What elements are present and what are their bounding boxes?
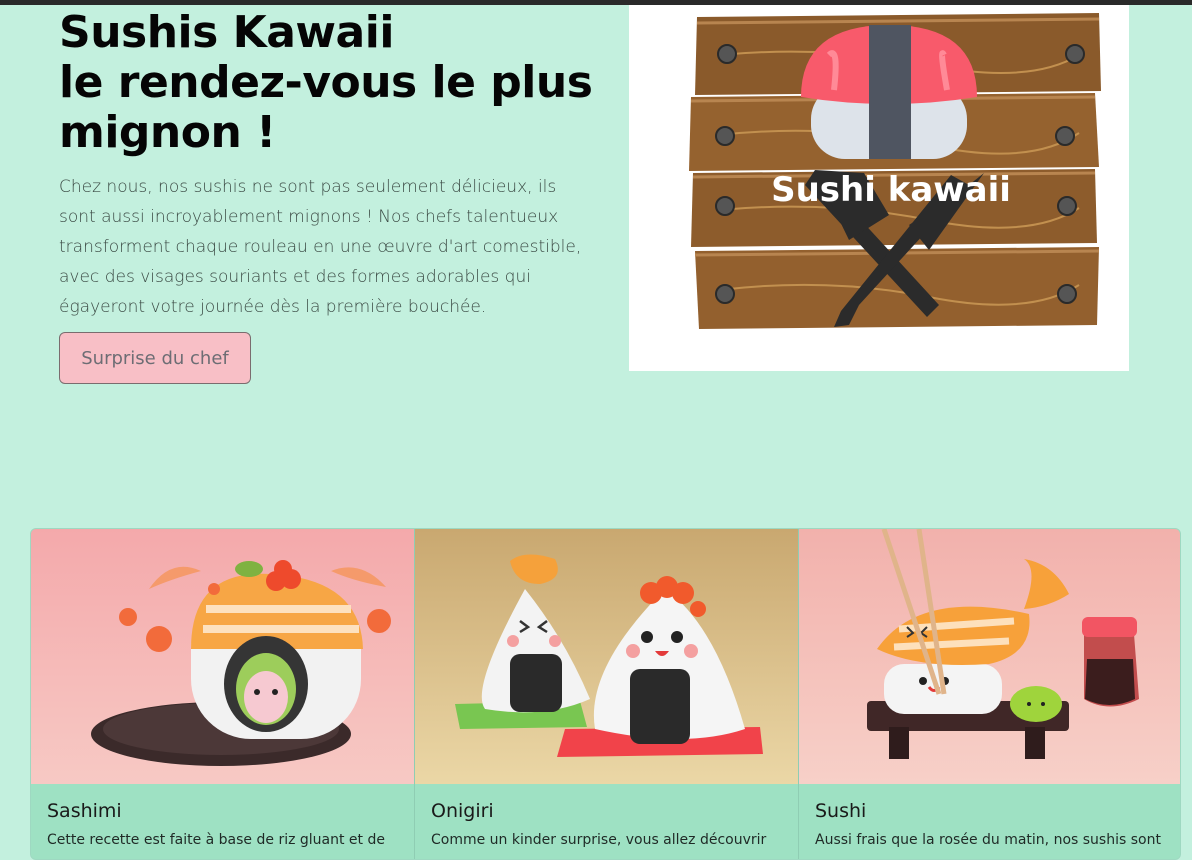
hero-title-line-1: Sushis Kawaii <box>59 7 394 58</box>
sushi-kawaii-logo: Sushi kawaii <box>629 5 1129 371</box>
surprise-chef-button[interactable]: Surprise du chef <box>59 332 251 384</box>
card-title: Sushi <box>815 800 867 822</box>
card-onigiri[interactable]: Onigiri Comme un kinder surprise, vous a… <box>415 529 799 859</box>
hero-title-line-2: le rendez-vous le plus <box>59 57 593 108</box>
logo-illustration: Sushi kawaii <box>689 13 1101 329</box>
card-text: Comme un kinder surprise, vous allez déc… <box>431 832 767 848</box>
hero-section: Sushis Kawaii le rendez-vous le plus mig… <box>59 8 599 322</box>
sashimi-image <box>31 529 414 784</box>
sushi-image <box>799 529 1180 784</box>
card-sashimi[interactable]: Sashimi Cette recette est faite à base d… <box>31 529 415 859</box>
onigiri-image <box>415 529 798 784</box>
hero-title: Sushis Kawaii le rendez-vous le plus mig… <box>59 8 599 158</box>
card-title: Onigiri <box>431 800 494 822</box>
cards-row: Sashimi Cette recette est faite à base d… <box>30 528 1181 860</box>
card-text: Cette recette est faite à base de riz gl… <box>47 832 385 848</box>
card-text: Aussi frais que la rosée du matin, nos s… <box>815 832 1161 848</box>
card-title: Sashimi <box>47 800 122 822</box>
sushi-icon <box>801 25 977 159</box>
hero-title-line-3: mignon ! <box>59 107 276 158</box>
hero-description: Chez nous, nos sushis ne sont pas seulem… <box>59 177 582 317</box>
card-sushi[interactable]: Sushi Aussi frais que la rosée du matin,… <box>799 529 1180 859</box>
logo-text: Sushi kawaii <box>771 170 1011 210</box>
